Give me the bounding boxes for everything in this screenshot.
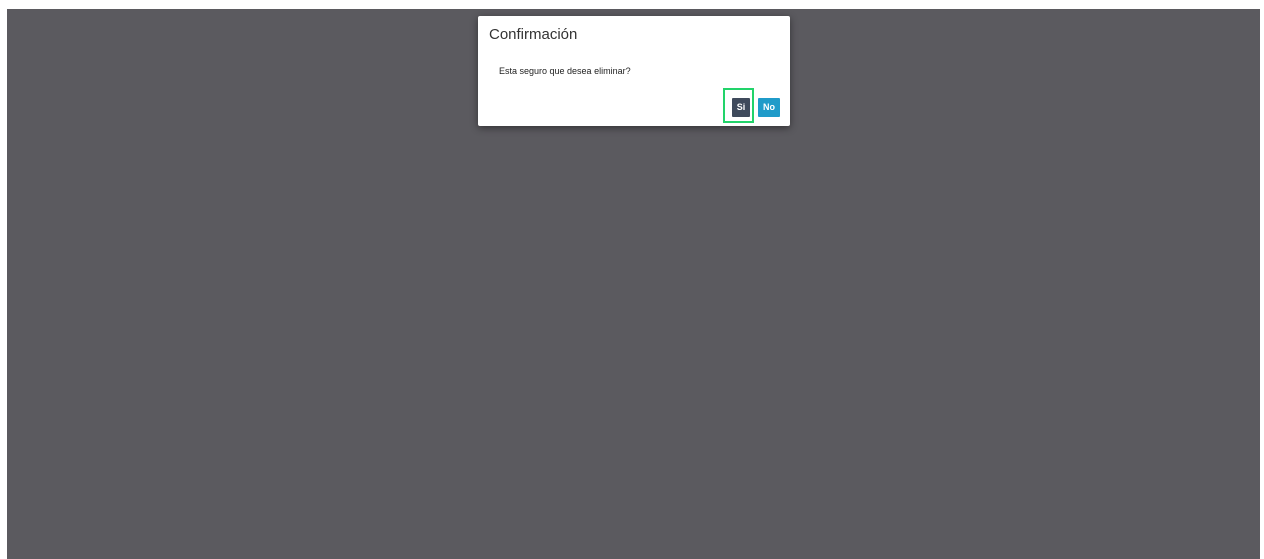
screen: Confirmación Esta seguro que desea elimi… bbox=[0, 0, 1264, 559]
no-button[interactable]: No bbox=[758, 98, 780, 117]
confirmation-dialog: Confirmación Esta seguro que desea elimi… bbox=[478, 16, 790, 126]
yes-button[interactable]: Si bbox=[732, 98, 750, 117]
dialog-title: Confirmación bbox=[489, 26, 578, 43]
dialog-message: Esta seguro que desea eliminar? bbox=[499, 66, 631, 76]
